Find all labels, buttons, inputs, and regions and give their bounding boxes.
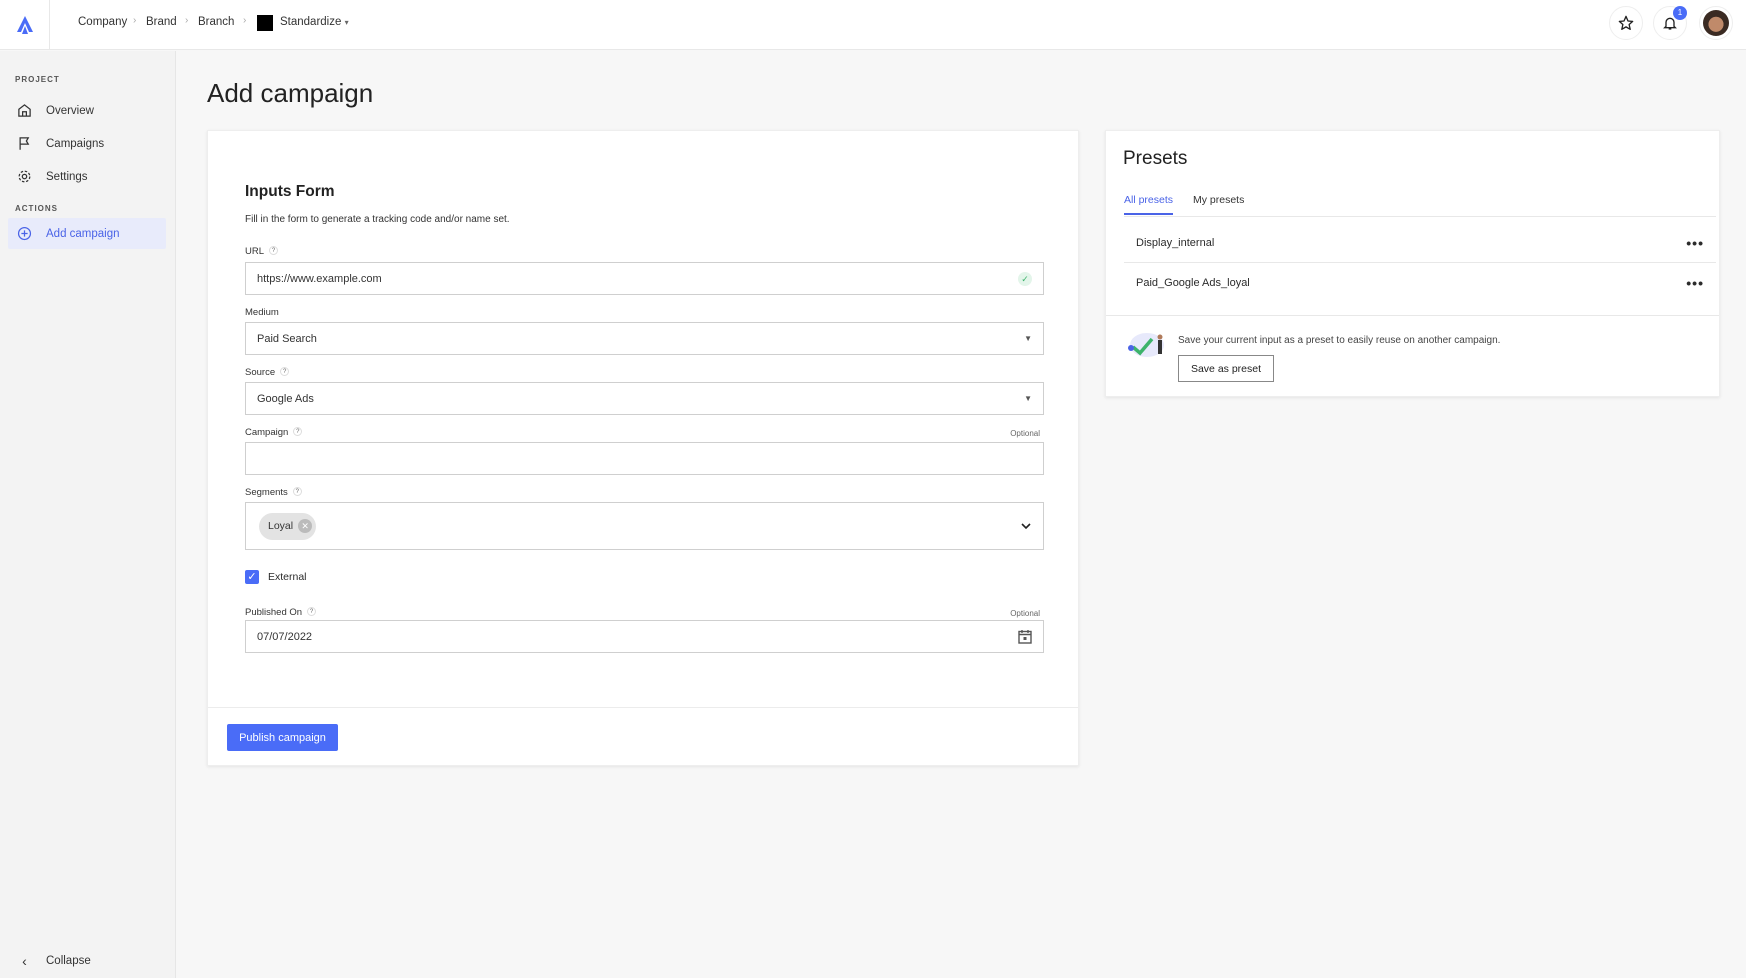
label-text: Source xyxy=(245,367,275,378)
project-name: Standardize xyxy=(280,16,341,28)
breadcrumb-separator: › xyxy=(133,15,136,26)
home-icon xyxy=(17,103,32,118)
sidebar-item-label: Overview xyxy=(46,105,94,117)
label-text: Campaign xyxy=(245,427,288,438)
app-logo[interactable] xyxy=(0,0,50,50)
collapse-sidebar-button[interactable]: ‹ Collapse xyxy=(8,945,166,976)
date-value: 07/07/2022 xyxy=(257,631,312,643)
medium-value: Paid Search xyxy=(257,333,317,345)
source-label: Source? xyxy=(245,367,289,378)
checkbox-checked-icon[interactable]: ✓ xyxy=(245,570,259,584)
medium-select[interactable]: Paid Search ▼ xyxy=(245,322,1044,355)
presets-footer-divider xyxy=(1106,315,1719,316)
sidebar-item-label: Campaigns xyxy=(46,138,104,150)
section-label-actions: ACTIONS xyxy=(15,204,58,213)
tabs-divider xyxy=(1124,216,1716,217)
external-checkbox[interactable]: ✓ External xyxy=(245,570,307,584)
notification-badge: 1 xyxy=(1673,6,1687,20)
campaign-label: Campaign? xyxy=(245,427,302,438)
sidebar: PROJECT Overview Campaigns Settings ACTI… xyxy=(0,51,176,978)
sidebar-item-settings[interactable]: Settings xyxy=(8,161,166,192)
sidebar-item-campaigns[interactable]: Campaigns xyxy=(8,128,166,159)
segments-multiselect[interactable]: Loyal ✕ xyxy=(245,502,1044,550)
more-options-icon[interactable]: ••• xyxy=(1686,275,1704,291)
plus-circle-icon xyxy=(17,226,32,241)
logo-icon xyxy=(15,15,35,35)
tab-all-presets[interactable]: All presets xyxy=(1124,194,1173,215)
top-bar: Company › Brand › Branch › Standardize ▾… xyxy=(0,0,1746,50)
project-color-swatch xyxy=(257,15,273,31)
campaign-input[interactable] xyxy=(245,442,1044,475)
form-title: Inputs Form xyxy=(245,183,335,201)
page-title: Add campaign xyxy=(207,78,373,109)
project-selector[interactable]: Standardize ▾ xyxy=(280,16,349,28)
help-icon[interactable]: ? xyxy=(293,487,302,496)
url-value: https://www.example.com xyxy=(257,273,382,285)
published-on-date-input[interactable]: 07/07/2022 xyxy=(245,620,1044,653)
more-options-icon[interactable]: ••• xyxy=(1686,235,1704,251)
inputs-form-card: Inputs Form Fill in the form to generate… xyxy=(207,130,1079,766)
preset-item[interactable]: Paid_Google Ads_loyal ••• xyxy=(1124,263,1716,303)
url-input[interactable]: https://www.example.com ✓ xyxy=(245,262,1044,295)
caret-down-icon: ▼ xyxy=(1024,394,1032,403)
tab-my-presets[interactable]: My presets xyxy=(1193,194,1244,206)
presets-card: Presets All presets My presets Display_i… xyxy=(1105,130,1720,397)
flag-icon xyxy=(17,136,32,151)
external-label: External xyxy=(268,571,307,583)
campaign-optional: Optional xyxy=(1010,429,1040,438)
preset-name: Display_internal xyxy=(1136,237,1214,249)
form-footer-divider xyxy=(208,707,1078,708)
breadcrumb-branch[interactable]: Branch xyxy=(198,16,234,28)
calendar-icon[interactable] xyxy=(1018,629,1032,644)
source-value: Google Ads xyxy=(257,393,314,405)
help-icon[interactable]: ? xyxy=(280,367,289,376)
medium-label: Medium xyxy=(245,307,279,318)
breadcrumb-separator: › xyxy=(185,15,188,26)
avatar-image xyxy=(1703,10,1729,36)
gear-icon xyxy=(17,169,32,184)
sidebar-item-label: Settings xyxy=(46,171,88,183)
sidebar-item-add-campaign[interactable]: Add campaign xyxy=(8,218,166,249)
label-text: Published On xyxy=(245,607,302,618)
caret-down-icon: ▾ xyxy=(345,18,349,27)
section-label-project: PROJECT xyxy=(15,75,60,84)
breadcrumb-brand[interactable]: Brand xyxy=(146,16,177,28)
user-avatar[interactable] xyxy=(1699,6,1733,40)
preset-illustration-icon xyxy=(1125,331,1167,359)
published-on-label: Published On? xyxy=(245,607,316,618)
presets-title: Presets xyxy=(1123,148,1187,170)
collapse-label: Collapse xyxy=(46,955,91,967)
source-select[interactable]: Google Ads ▼ xyxy=(245,382,1044,415)
label-text: Segments xyxy=(245,487,288,498)
valid-check-icon: ✓ xyxy=(1018,272,1032,286)
sidebar-item-label: Add campaign xyxy=(46,228,120,240)
publish-campaign-button[interactable]: Publish campaign xyxy=(227,724,338,751)
help-icon[interactable]: ? xyxy=(269,246,278,255)
save-as-preset-button[interactable]: Save as preset xyxy=(1178,355,1274,382)
help-icon[interactable]: ? xyxy=(293,427,302,436)
breadcrumb-separator: › xyxy=(243,15,246,26)
caret-down-icon: ▼ xyxy=(1024,334,1032,343)
label-text: URL xyxy=(245,246,264,257)
help-icon[interactable]: ? xyxy=(307,607,316,616)
preset-item[interactable]: Display_internal ••• xyxy=(1124,223,1716,263)
breadcrumb-company[interactable]: Company xyxy=(78,16,127,28)
preset-name: Paid_Google Ads_loyal xyxy=(1136,277,1250,289)
segment-tag-label: Loyal xyxy=(268,520,293,532)
favorites-button[interactable] xyxy=(1609,6,1643,40)
segment-tag: Loyal ✕ xyxy=(259,513,316,540)
remove-tag-icon[interactable]: ✕ xyxy=(298,519,312,533)
form-description: Fill in the form to generate a tracking … xyxy=(245,214,510,225)
url-label: URL? xyxy=(245,246,278,257)
presets-hint: Save your current input as a preset to e… xyxy=(1178,335,1500,346)
segments-label: Segments? xyxy=(245,487,302,498)
star-icon xyxy=(1618,15,1634,31)
sidebar-item-overview[interactable]: Overview xyxy=(8,95,166,126)
published-on-optional: Optional xyxy=(1010,609,1040,618)
chevron-left-icon: ‹ xyxy=(17,953,32,969)
chevron-down-icon[interactable] xyxy=(1020,520,1032,532)
